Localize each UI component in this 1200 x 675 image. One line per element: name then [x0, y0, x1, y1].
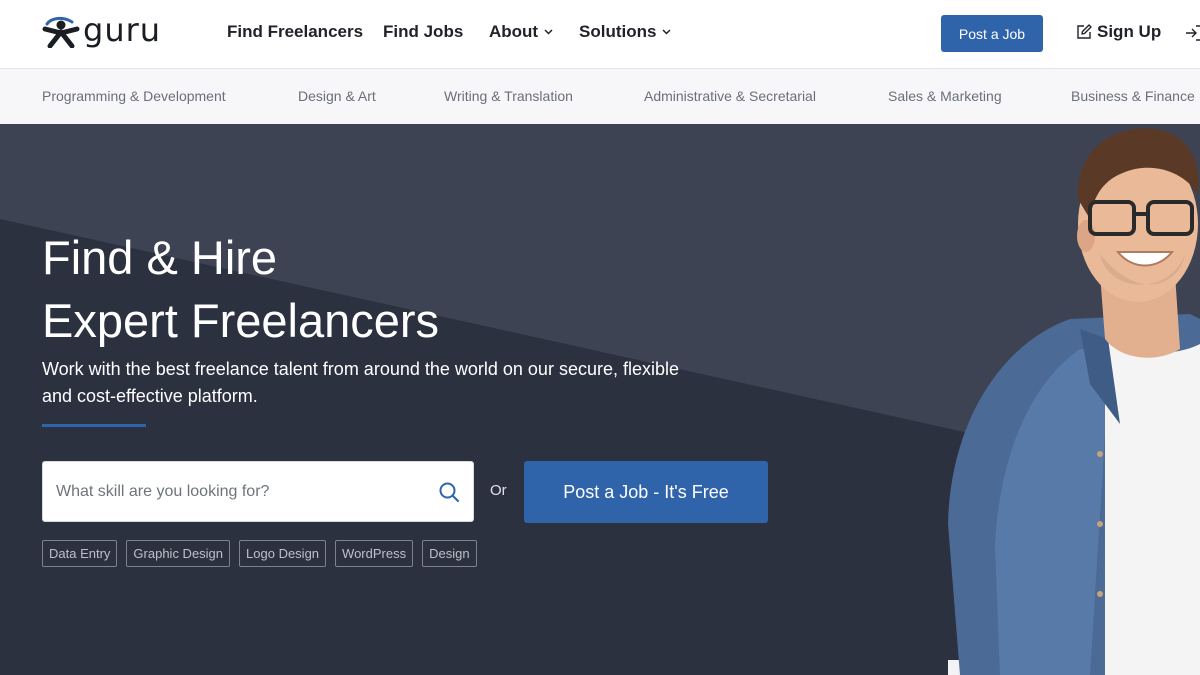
guru-logo[interactable]: guru [41, 11, 162, 49]
hero-person-image [948, 128, 1200, 675]
category-bar: Programming & Development Design & Art W… [0, 69, 1200, 124]
hero-subtitle: Work with the best freelance talent from… [42, 359, 679, 406]
hero-title: Find & Hire Expert Freelancers [42, 226, 439, 352]
search-icon[interactable] [438, 481, 460, 503]
edit-icon [1077, 24, 1092, 39]
or-separator: Or [490, 482, 507, 499]
top-navigation: guru Find Freelancers Find Jobs About So… [0, 0, 1200, 69]
hero-section: Find & Hire Expert Freelancers Work with… [0, 124, 1200, 675]
category-programming-development[interactable]: Programming & Development [42, 88, 226, 104]
nav-find-freelancers-label: Find Freelancers [227, 22, 364, 41]
hero-divider [42, 424, 146, 427]
popular-skill-tags: Data Entry Graphic Design Logo Design Wo… [42, 540, 477, 567]
category-sales-marketing[interactable]: Sales & Marketing [888, 88, 1002, 104]
skill-search-box [42, 461, 474, 522]
sign-up-label: Sign Up [1097, 22, 1162, 41]
chevron-down-icon [662, 29, 671, 35]
nav-solutions[interactable]: Solutions [579, 22, 671, 42]
category-writing-translation[interactable]: Writing & Translation [444, 88, 573, 104]
post-job-free-button[interactable]: Post a Job - It's Free [524, 461, 768, 523]
nav-solutions-label: Solutions [579, 22, 657, 41]
tag-wordpress[interactable]: WordPress [335, 540, 414, 567]
hero-title-line-1: Find & Hire [42, 231, 278, 284]
category-business-finance[interactable]: Business & Finance [1071, 88, 1195, 104]
tag-logo-design[interactable]: Logo Design [239, 540, 327, 567]
sign-up-link[interactable]: Sign Up [1075, 22, 1161, 42]
logo-wordmark: guru [83, 11, 162, 49]
skill-search-input[interactable] [56, 462, 426, 521]
category-design-art[interactable]: Design & Art [298, 88, 376, 104]
hero-title-line-2: Expert Freelancers [42, 294, 440, 347]
category-administrative-secretarial[interactable]: Administrative & Secretarial [644, 88, 816, 104]
chevron-down-icon [544, 29, 553, 35]
tag-graphic-design[interactable]: Graphic Design [126, 540, 231, 567]
post-job-button[interactable]: Post a Job [941, 15, 1043, 52]
nav-about-label: About [489, 22, 539, 41]
nav-find-freelancers[interactable]: Find Freelancers [227, 22, 363, 42]
nav-find-jobs[interactable]: Find Jobs [383, 22, 463, 42]
login-icon[interactable] [1186, 24, 1200, 42]
guru-logo-icon [42, 16, 80, 48]
nav-about[interactable]: About [489, 22, 553, 42]
tag-design[interactable]: Design [422, 540, 477, 567]
nav-find-jobs-label: Find Jobs [383, 22, 464, 41]
tag-data-entry[interactable]: Data Entry [42, 540, 118, 567]
